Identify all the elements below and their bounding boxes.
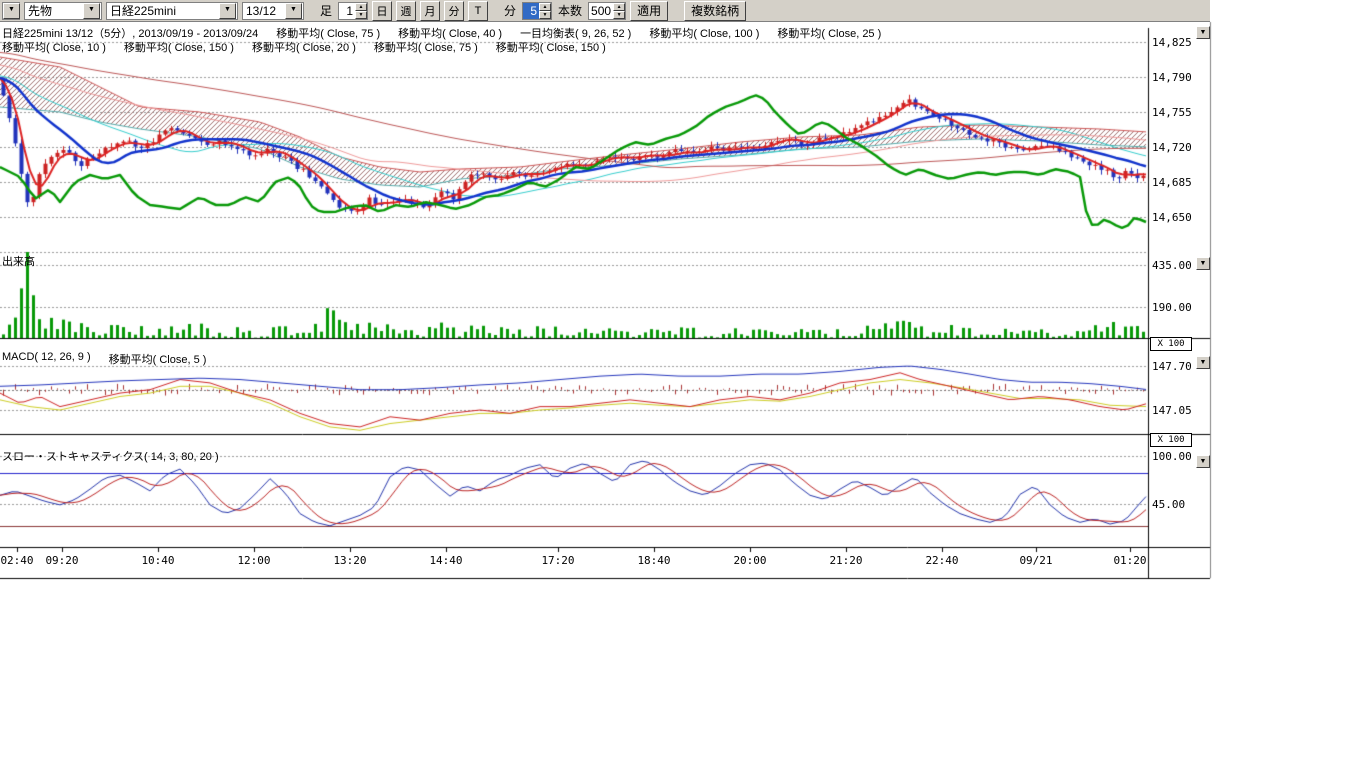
legend-item-ma20: 移動平均( Close, 20 ) [252, 39, 356, 55]
time-axis-label-8: 20:00 [733, 554, 766, 567]
volume-axis-label-0: 435.00 [1152, 259, 1196, 272]
legend-item-ma100: 移動平均( Close, 100 ) [649, 25, 759, 41]
macd-panel-label: MACD( 12, 26, 9 ) [2, 351, 91, 367]
spin-up-icon[interactable]: ▲ [355, 3, 367, 11]
macd-panel-collapse-button[interactable]: ▼ [1196, 356, 1210, 369]
combo-arrow-icon[interactable]: ▼ [219, 3, 236, 19]
time-axis-label-4: 13:20 [333, 554, 366, 567]
minutes-label: 分 [504, 2, 516, 19]
bar-count-value: 500 [589, 3, 613, 19]
spin-up-icon[interactable]: ▲ [613, 3, 625, 11]
price-axis-label-2: 14,755 [1152, 106, 1196, 119]
spin-down-icon[interactable]: ▼ [539, 11, 551, 19]
period-button-month[interactable]: 月 [420, 1, 440, 21]
stoch-scale-x100-badge: X 100 [1150, 433, 1192, 447]
price-axis-label-3: 14,720 [1152, 141, 1196, 154]
minutes-stepper[interactable]: 5 ▲ ▼ [522, 2, 552, 20]
price-panel-collapse-button[interactable]: ▼ [1196, 26, 1210, 39]
macd-scale-x100-badge: X 100 [1150, 337, 1192, 351]
combo-arrow-icon[interactable]: ▼ [3, 3, 20, 19]
time-axis-label-10: 22:40 [925, 554, 958, 567]
stoch-panel-collapse-button[interactable]: ▼ [1196, 455, 1210, 468]
timeframe-count-value: 1 [339, 3, 355, 19]
spin-up-icon[interactable]: ▲ [539, 3, 551, 11]
spin-down-icon[interactable]: ▼ [613, 11, 625, 19]
period-button-tick[interactable]: T [468, 1, 488, 21]
time-axis-label-9: 21:20 [829, 554, 862, 567]
bar-count-stepper[interactable]: 500 ▲ ▼ [588, 2, 626, 20]
toolbar: ▼ 先物 ▼ 日経225mini ▼ 13/12 ▼ 足 1 ▲ ▼ 日 週 月… [0, 0, 1210, 22]
chart-application: ▼ 先物 ▼ 日経225mini ▼ 13/12 ▼ 足 1 ▲ ▼ 日 週 月… [0, 0, 1366, 768]
volume-panel-label: 出来高 [2, 253, 35, 269]
market-dropdown-value: 先物 [25, 2, 83, 19]
timeframe-count-stepper[interactable]: 1 ▲ ▼ [338, 2, 368, 20]
combo-arrow-icon[interactable]: ▼ [83, 3, 100, 19]
period-button-week[interactable]: 週 [396, 1, 416, 21]
time-axis-label-12: 01:20 [1113, 554, 1146, 567]
time-axis-label-5: 14:40 [429, 554, 462, 567]
timeframe-label: 足 [320, 2, 332, 19]
period-button-minute[interactable]: 分 [444, 1, 464, 21]
spin-down-icon[interactable]: ▼ [355, 11, 367, 19]
time-axis-label-6: 17:20 [541, 554, 574, 567]
time-axis-label-11: 09/21 [1019, 554, 1052, 567]
macd-panel-legend: MACD( 12, 26, 9 ) 移動平均( Close, 5 ) [2, 351, 206, 367]
legend-item-ma25: 移動平均( Close, 25 ) [777, 25, 881, 41]
macd-axis-label-0: 147.70 [1152, 360, 1196, 373]
symbol-dropdown[interactable]: 日経225mini ▼ [106, 2, 238, 20]
time-axis-label-7: 18:40 [637, 554, 670, 567]
macd-ma-label: 移動平均( Close, 5 ) [109, 351, 207, 367]
stoch-axis-label-1: 45.00 [1152, 498, 1196, 511]
stoch-axis-label-0: 100.00 [1152, 450, 1196, 463]
price-axis-label-5: 14,650 [1152, 211, 1196, 224]
multi-symbol-button[interactable]: 複数銘柄 [684, 1, 746, 21]
period-button-day[interactable]: 日 [372, 1, 392, 21]
combo-arrow-icon[interactable]: ▼ [285, 3, 302, 19]
contract-dropdown-value: 13/12 [243, 4, 285, 18]
time-axis-label-1: 09:20 [45, 554, 78, 567]
macd-axis-label-1: 147.05 [1152, 404, 1196, 417]
time-axis-label-2: 10:40 [141, 554, 174, 567]
time-axis-label-3: 12:00 [237, 554, 270, 567]
legend-item-ma150b: 移動平均( Close, 150 ) [496, 39, 606, 55]
volume-axis-label-1: 190.00 [1152, 301, 1196, 314]
price-axis-label-1: 14,790 [1152, 71, 1196, 84]
minutes-value: 5 [523, 3, 539, 19]
time-axis-label-0: 02:40 [0, 554, 33, 567]
legend-row-2: 移動平均( Close, 10 ) 移動平均( Close, 150 ) 移動平… [2, 39, 606, 55]
contract-dropdown[interactable]: 13/12 ▼ [242, 2, 304, 20]
legend-item-ma75b: 移動平均( Close, 75 ) [374, 39, 478, 55]
legend-item-ma10: 移動平均( Close, 10 ) [2, 39, 106, 55]
market-dropdown[interactable]: 先物 ▼ [24, 2, 102, 20]
price-axis-label-0: 14,825 [1152, 36, 1196, 49]
bar-count-label: 本数 [558, 2, 582, 19]
price-axis-label-4: 14,685 [1152, 176, 1196, 189]
legend-item-ma150: 移動平均( Close, 150 ) [124, 39, 234, 55]
mini-dropdown[interactable]: ▼ [2, 2, 20, 20]
volume-panel-collapse-button[interactable]: ▼ [1196, 257, 1210, 270]
symbol-dropdown-value: 日経225mini [107, 2, 219, 19]
stochastics-panel-label: スロー・ストキャスティクス( 14, 3, 80, 20 ) [2, 448, 219, 464]
apply-button[interactable]: 適用 [630, 1, 668, 21]
